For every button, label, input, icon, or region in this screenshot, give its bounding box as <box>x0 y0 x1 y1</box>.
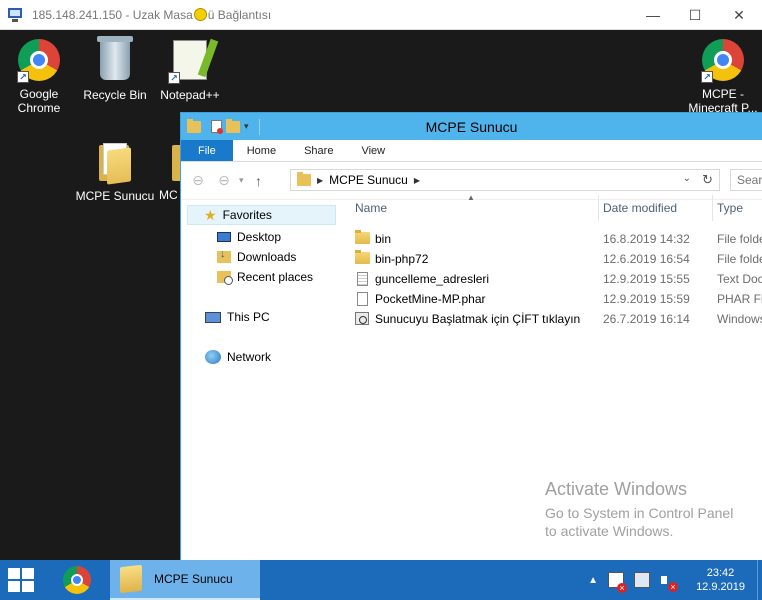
customize-qat-icon[interactable]: ▾ <box>244 121 249 132</box>
maximize-button[interactable]: ☐ <box>672 0 718 30</box>
desktop-icon-mcpe-sunucu[interactable]: MCPE Sunucu <box>75 140 155 203</box>
folder-icon <box>120 564 142 594</box>
recycle-bin-icon <box>93 36 137 84</box>
folder-icon <box>355 230 370 244</box>
smiley-icon <box>193 7 207 21</box>
rdp-title: 185.148.241.150 - Uzak Masa ü Bağlantısı <box>32 7 272 22</box>
address-bar[interactable]: ▶ MCPE Sunucu ▶ ⌄ ↻ <box>290 169 720 191</box>
chevron-right-icon[interactable]: ▶ <box>414 176 420 185</box>
network-icon <box>205 350 221 364</box>
file-explorer-window: ▾ MCPE Sunucu File Home Share View ⊖ ⊖ ▾… <box>180 112 762 562</box>
show-hidden-icons-icon[interactable]: ▲ <box>588 575 598 586</box>
chevron-down-icon[interactable]: ⌄ <box>683 173 691 184</box>
nav-item-network[interactable]: Network <box>205 347 271 367</box>
column-header-type[interactable]: Type <box>713 195 762 221</box>
file-row[interactable]: bin 16.8.2019 14:32 File folde <box>341 229 762 249</box>
explorer-title: MCPE Sunucu <box>425 118 518 135</box>
desktop-icon-label: Google Chrome <box>17 87 61 115</box>
notepadpp-icon: ↗ <box>168 40 212 84</box>
chrome-icon: ↗ <box>701 39 745 83</box>
shortcut-arrow-icon: ↗ <box>168 72 180 84</box>
computer-icon <box>205 311 221 323</box>
start-button[interactable] <box>8 568 36 592</box>
chevron-right-icon[interactable]: ▶ <box>317 176 323 185</box>
activate-windows-watermark: Activate Windows Go to System in Control… <box>545 479 734 539</box>
back-button[interactable]: ⊖ <box>187 170 209 192</box>
column-header-date[interactable]: Date modified <box>599 195 713 221</box>
folder-icon <box>93 141 137 185</box>
desktop-icon <box>217 232 231 242</box>
desktop-icon-google-chrome[interactable]: ↗ Google Chrome <box>0 38 79 115</box>
volume-muted-icon[interactable] <box>660 572 679 592</box>
properties-icon[interactable] <box>211 120 223 134</box>
tab-share[interactable]: Share <box>290 140 347 161</box>
network-tray-icon[interactable] <box>634 572 651 588</box>
ribbon-tabs: File Home Share View <box>181 140 762 162</box>
desktop-icon-mcpe-minecraft[interactable]: ↗ MCPE - Minecraft P... <box>683 38 762 115</box>
search-input[interactable]: Searc <box>730 169 762 191</box>
desktop-icon-partial[interactable]: MC <box>150 140 180 202</box>
file-icon <box>357 292 368 306</box>
tab-home[interactable]: Home <box>233 140 290 161</box>
nav-item-recent-places[interactable]: Recent places <box>217 267 313 287</box>
system-tray: ▲ 23:42 12.9.2019 <box>588 560 762 600</box>
tab-file[interactable]: File <box>181 140 233 161</box>
taskbar: MCPE Sunucu ▲ 23:42 12.9.2019 <box>0 560 762 600</box>
file-row[interactable]: guncelleme_adresleri 12.9.2019 15:55 Tex… <box>341 269 762 289</box>
desktop-icon-label: Notepad++ <box>160 88 220 102</box>
close-button[interactable]: ✕ <box>716 0 762 30</box>
recent-places-icon <box>217 271 233 285</box>
desktop-icon-notepadpp[interactable]: ↗ Notepad++ <box>150 38 230 102</box>
show-desktop-button[interactable] <box>757 560 762 600</box>
rdp-titlebar: 185.148.241.150 - Uzak Masa ü Bağlantısı … <box>0 0 762 30</box>
folder-icon <box>170 140 180 184</box>
nav-item-downloads[interactable]: Downloads <box>217 247 296 267</box>
batch-file-icon <box>355 312 369 325</box>
desktop-icon-label: Recycle Bin <box>83 88 147 102</box>
folder-icon <box>355 250 370 264</box>
tab-view[interactable]: View <box>347 140 399 161</box>
nav-item-desktop[interactable]: Desktop <box>217 227 281 247</box>
breadcrumb[interactable]: MCPE Sunucu <box>329 173 408 187</box>
nav-item-this-pc[interactable]: This PC <box>205 307 270 327</box>
star-icon: ★ <box>204 206 217 223</box>
taskbar-explorer-button[interactable]: MCPE Sunucu <box>110 560 260 600</box>
shortcut-arrow-icon: ↗ <box>701 71 713 83</box>
quick-access-toolbar: ▾ <box>187 118 260 135</box>
recent-locations-icon[interactable]: ▾ <box>239 175 244 186</box>
column-header-name[interactable]: Name <box>341 195 599 221</box>
downloads-icon <box>217 248 231 263</box>
file-row[interactable]: bin-php72 12.6.2019 16:54 File folde <box>341 249 762 269</box>
file-row[interactable]: Sunucuyu Başlatmak için ÇİFT tıklayın 26… <box>341 309 762 329</box>
desktop-icon-label: MCPE Sunucu <box>75 189 155 203</box>
navigation-pane: ★Favorites Desktop Downloads Recent plac… <box>181 205 336 561</box>
clock[interactable]: 23:42 12.9.2019 <box>696 566 745 594</box>
forward-button[interactable]: ⊖ <box>213 170 235 192</box>
action-center-icon[interactable] <box>608 572 628 593</box>
up-button[interactable]: ↑ <box>248 170 270 192</box>
explorer-titlebar[interactable]: ▾ MCPE Sunucu <box>181 113 762 140</box>
chrome-icon: ↗ <box>17 39 61 83</box>
new-folder-icon[interactable] <box>226 118 240 133</box>
minimize-button[interactable]: — <box>630 0 676 30</box>
folder-icon <box>297 172 311 186</box>
refresh-icon[interactable]: ↻ <box>702 172 713 188</box>
divider <box>258 118 260 135</box>
remote-desktop-icon <box>8 7 24 22</box>
text-file-icon <box>357 272 368 286</box>
desktop-icon-recycle-bin[interactable]: Recycle Bin <box>75 36 155 102</box>
chrome-icon <box>63 566 91 594</box>
taskbar-chrome-button[interactable] <box>62 565 92 595</box>
desktop-icon-label: MCPE - Minecraft P... <box>688 87 758 115</box>
nav-item-favorites[interactable]: ★ Favorites <box>187 205 336 225</box>
shortcut-arrow-icon: ↗ <box>17 71 29 83</box>
desktop-icon-label: MC <box>159 188 178 202</box>
folder-icon[interactable] <box>187 118 201 133</box>
file-row[interactable]: PocketMine-MP.phar 12.9.2019 15:59 PHAR … <box>341 289 762 309</box>
